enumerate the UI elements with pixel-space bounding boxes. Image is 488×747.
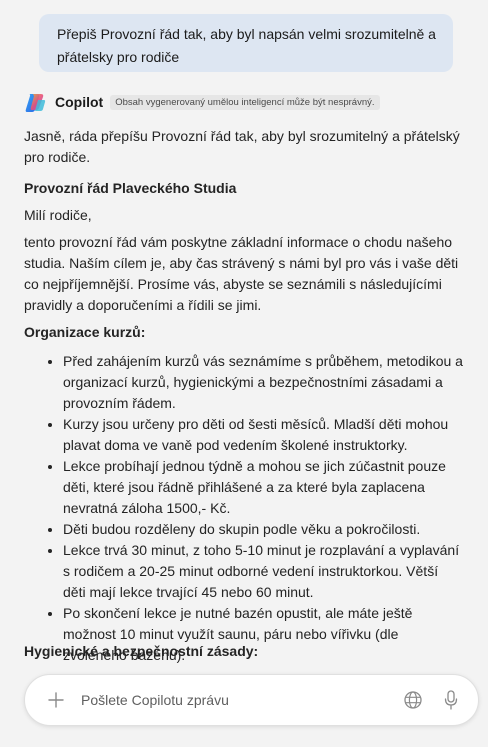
list-item: Kurzy jsou určeny pro děti od šesti měsí… bbox=[63, 414, 464, 456]
ai-disclaimer-badge: Obsah vygenerovaný umělou inteligencí mů… bbox=[110, 94, 380, 110]
plus-icon[interactable] bbox=[45, 689, 67, 711]
copilot-logo bbox=[25, 94, 46, 112]
chat-area: Přepiš Provozní řád tak, aby byl napsán … bbox=[0, 0, 488, 747]
list-item: Lekce probíhají jednou týdně a mohou se … bbox=[63, 456, 464, 519]
greeting: Milí rodiče, bbox=[24, 207, 92, 223]
microphone-icon[interactable] bbox=[441, 689, 461, 711]
message-input[interactable] bbox=[81, 689, 381, 711]
list-item: Děti budou rozděleny do skupin podle věk… bbox=[63, 519, 464, 540]
user-message-text: Přepiš Provozní řád tak, aby byl napsán … bbox=[57, 26, 436, 65]
section-title-hygiene: Hygienické a bezpečnostní zásady: bbox=[24, 643, 259, 659]
bot-answer: Jasně, ráda přepíšu Provozní řád tak, ab… bbox=[24, 126, 464, 666]
document-title: Provozní řád Plaveckého Studia bbox=[24, 180, 237, 196]
list-item: Před zahájením kurzů vás seznámíme s prů… bbox=[63, 351, 464, 414]
bot-header: Copilot Obsah vygenerovaný umělou inteli… bbox=[24, 91, 380, 113]
globe-icon[interactable] bbox=[403, 690, 423, 710]
message-composer[interactable] bbox=[24, 674, 479, 726]
intro-paragraph: tento provozní řád vám poskytne základní… bbox=[24, 234, 459, 313]
section-title-organization: Organizace kurzů: bbox=[24, 324, 146, 340]
list-item: Lekce trvá 30 minut, z toho 5-10 minut j… bbox=[63, 540, 464, 603]
bot-name: Copilot bbox=[55, 94, 104, 110]
answer-intro: Jasně, ráda přepíšu Provozní řád tak, ab… bbox=[24, 128, 460, 165]
user-message-bubble: Přepiš Provozní řád tak, aby byl napsán … bbox=[39, 14, 453, 72]
organization-list: Před zahájením kurzů vás seznámíme s prů… bbox=[24, 351, 464, 666]
